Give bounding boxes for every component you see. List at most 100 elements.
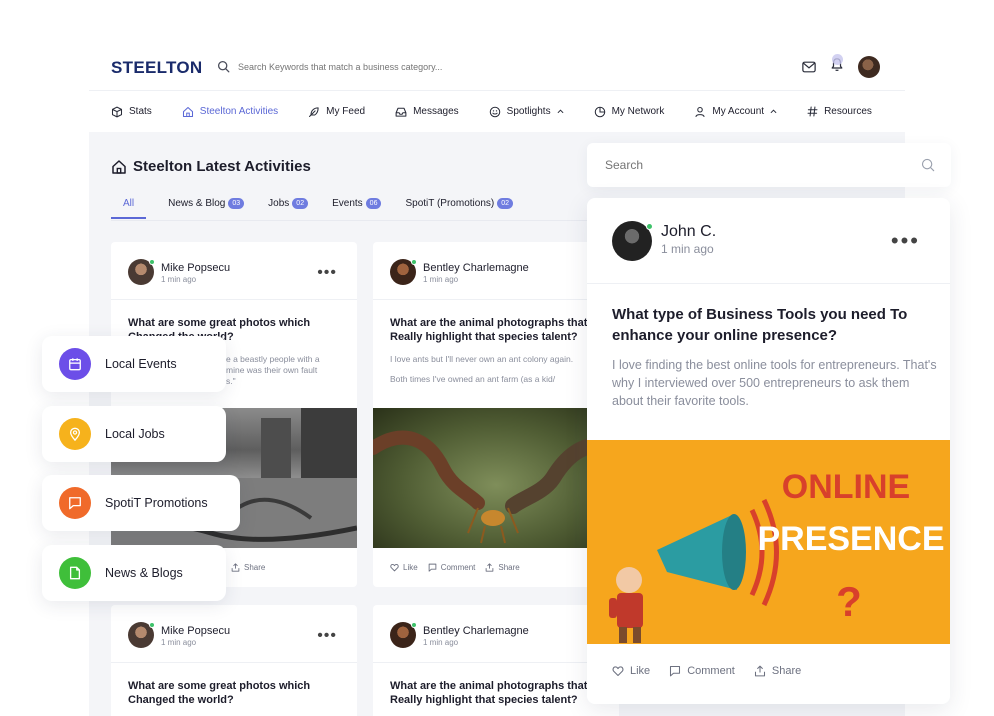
shortcut-news-blogs[interactable]: News & Blogs xyxy=(42,545,226,601)
hash-icon xyxy=(807,106,818,117)
comment-icon xyxy=(670,665,681,677)
shortcut-label: News & Blogs xyxy=(105,566,183,580)
home-icon xyxy=(112,159,126,174)
sidebar-search-input[interactable] xyxy=(605,158,905,172)
map-pin-icon xyxy=(59,418,91,450)
post-excerpt: I love finding the best online tools for… xyxy=(612,358,937,408)
post-question[interactable]: What are the animal photographs that Rea… xyxy=(373,663,619,707)
nav-messages[interactable]: Messages xyxy=(395,106,459,118)
post-time: 1 min ago xyxy=(161,638,197,647)
nav-label: Spotlights xyxy=(506,106,551,117)
photo-placeholder xyxy=(373,430,619,544)
document-icon xyxy=(59,557,91,589)
nav-label: Stats xyxy=(129,106,152,117)
inbox-icon xyxy=(395,107,407,117)
author-name[interactable]: Bentley Charlemagne xyxy=(423,625,529,637)
excerpt-line: Both times I've owned an ant farm (as a … xyxy=(390,374,556,384)
tab-news-blog[interactable]: News & Blog 03 xyxy=(168,198,245,219)
online-status-dot xyxy=(411,259,417,265)
excerpt-line: mine was their own fault xyxy=(226,365,318,375)
mail-icon[interactable] xyxy=(802,61,816,73)
tab-label: Jobs xyxy=(268,198,290,209)
post-question[interactable]: What are the animal photographs that Rea… xyxy=(373,300,619,344)
share-icon xyxy=(486,563,494,572)
notification-dot xyxy=(832,54,843,65)
shortcut-label: Local Jobs xyxy=(105,427,165,441)
tab-all[interactable]: All xyxy=(111,198,147,219)
more-options-icon[interactable]: ••• xyxy=(317,264,337,282)
author-name[interactable]: John C. xyxy=(661,223,716,241)
online-status-dot xyxy=(646,223,653,230)
image-text: ? xyxy=(836,578,862,625)
tab-label: All xyxy=(123,198,135,209)
feed-card: Bentley Charlemagne 1 min ago What are t… xyxy=(373,242,619,587)
comment-button[interactable]: Comment xyxy=(428,563,475,572)
count-badge: 02 xyxy=(292,198,309,209)
nav-label: Messages xyxy=(413,106,459,117)
count-badge: 06 xyxy=(365,198,382,209)
share-button[interactable]: Share xyxy=(485,563,520,572)
share-label: Share xyxy=(244,563,266,572)
card-header: Bentley Charlemagne 1 min ago xyxy=(373,242,619,300)
excerpt-line: s." xyxy=(226,376,236,386)
smile-icon xyxy=(489,106,500,117)
card-header: Mike Popsecu 1 min ago ••• xyxy=(111,605,357,663)
post-question[interactable]: What type of Business Tools you need To … xyxy=(612,304,932,346)
image-text: ONLINE xyxy=(782,468,910,506)
nav-spotlights[interactable]: Spotlights xyxy=(489,106,564,118)
notifications[interactable] xyxy=(830,54,844,77)
share-button[interactable]: Share xyxy=(754,665,801,677)
image-text: PRESENCE xyxy=(757,520,944,558)
excerpt-line: I love ants but I'll never own an ant co… xyxy=(390,354,574,364)
sidebar-search[interactable] xyxy=(587,143,951,187)
like-button[interactable]: Like xyxy=(612,665,650,677)
tab-jobs[interactable]: Jobs 02 xyxy=(268,198,309,219)
more-options-icon[interactable]: ••• xyxy=(891,228,920,254)
nav-stats[interactable]: Stats xyxy=(111,106,152,118)
nav-label: My Account xyxy=(712,106,765,117)
user-icon xyxy=(695,106,706,117)
author-name[interactable]: Bentley Charlemagne xyxy=(423,262,529,274)
like-button[interactable]: Like xyxy=(390,563,418,572)
online-status-dot xyxy=(149,622,155,628)
comment-button[interactable]: Comment xyxy=(669,665,735,677)
pie-chart-icon xyxy=(594,106,605,117)
post-time: 1 min ago xyxy=(423,275,459,284)
tab-events[interactable]: Events 06 xyxy=(332,198,382,219)
nav-my-feed[interactable]: My Feed xyxy=(308,106,365,118)
online-status-dot xyxy=(411,622,417,628)
post-image[interactable] xyxy=(373,408,619,548)
search-input[interactable] xyxy=(238,61,498,72)
nav-steelton-activities[interactable]: Steelton Activities xyxy=(182,106,278,118)
more-options-icon[interactable]: ••• xyxy=(317,627,337,645)
post-actions: Like Comment Share xyxy=(390,563,520,572)
shortcut-local-jobs[interactable]: Local Jobs xyxy=(42,406,226,462)
post-image[interactable]: ONLINE PRESENCE ? xyxy=(587,440,950,644)
shortcut-spotit-promotions[interactable]: SpotiT Promotions xyxy=(42,475,240,531)
tab-spotit-promotions[interactable]: SpotiT (Promotions) 02 xyxy=(405,198,514,219)
shortcut-local-events[interactable]: Local Events xyxy=(42,336,226,392)
top-bar: STEELTON xyxy=(89,40,905,90)
chevron-up-icon xyxy=(770,109,777,114)
share-button[interactable]: Share xyxy=(231,563,265,572)
post-time: 1 min ago xyxy=(423,638,459,647)
nav-my-account[interactable]: My Account xyxy=(694,106,777,118)
like-label: Like xyxy=(403,563,418,572)
search-icon[interactable] xyxy=(921,158,935,172)
online-status-dot xyxy=(149,259,155,265)
author-name[interactable]: Mike Popsecu xyxy=(161,625,230,637)
global-search[interactable] xyxy=(217,60,498,73)
page-title: Steelton Latest Activities xyxy=(111,158,311,175)
brand-logo[interactable]: STEELTON xyxy=(111,58,203,78)
card-header: Mike Popsecu 1 min ago ••• xyxy=(111,242,357,300)
count-badge: 03 xyxy=(228,198,245,209)
nav-resources[interactable]: Resources xyxy=(807,106,872,117)
post-excerpt: I love ants but I'll never own an ant co… xyxy=(373,344,619,385)
user-avatar[interactable] xyxy=(858,56,880,78)
share-icon xyxy=(231,563,240,572)
screen: STEELTON Stats Steelton A xyxy=(0,0,994,716)
author-name[interactable]: Mike Popsecu xyxy=(161,262,230,274)
post-question[interactable]: What are some great photos which Changed… xyxy=(111,663,357,707)
excerpt-line: e a beastly people with a xyxy=(226,354,320,364)
nav-my-network[interactable]: My Network xyxy=(594,106,664,118)
